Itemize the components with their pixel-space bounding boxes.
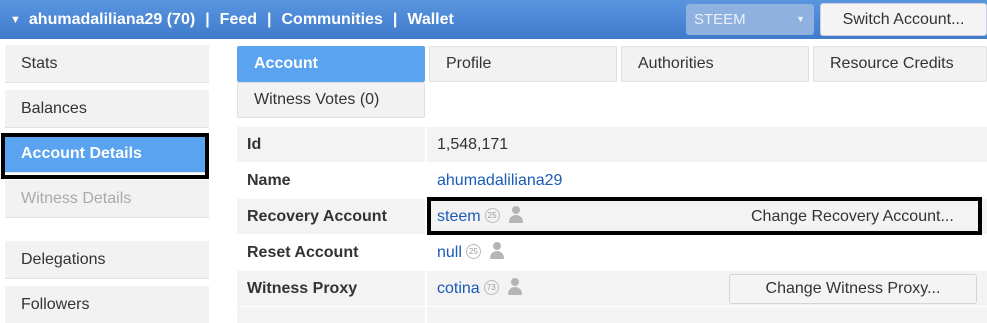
table-row-id: Id 1,548,171 — [237, 127, 987, 163]
account-name-link[interactable]: ahumadaliliana29 (70) — [29, 11, 195, 29]
witness-proxy-link[interactable]: cotina — [437, 280, 480, 297]
row-label — [237, 307, 425, 323]
change-witness-proxy-button[interactable]: Change Witness Proxy... — [729, 274, 977, 304]
table-row-name: Name ahumadaliliana29 — [237, 163, 987, 199]
sidebar-item-stats[interactable]: Stats — [5, 45, 209, 83]
table-row-partial — [237, 307, 987, 323]
sidebar-item-balances[interactable]: Balances — [5, 90, 209, 128]
row-value: ahumadaliliana29 — [427, 163, 987, 198]
caret-down-icon[interactable]: ▼ — [10, 14, 21, 26]
row-value — [427, 307, 987, 323]
top-bar: ▼ ahumadaliliana29 (70) | Feed | Communi… — [0, 0, 987, 39]
sidebar-item-followers[interactable]: Followers — [5, 286, 209, 323]
row-label: Witness Proxy — [237, 271, 425, 306]
reset-account-link[interactable]: null — [437, 244, 462, 261]
tab-authorities[interactable]: Authorities — [621, 46, 809, 82]
tab-resource-credits[interactable]: Resource Credits — [813, 46, 987, 82]
nav-feed-link[interactable]: Feed — [220, 11, 257, 29]
row-value: null 25 — [427, 235, 987, 270]
sidebar-item-delegations[interactable]: Delegations — [5, 241, 209, 279]
nav-separator: | — [205, 10, 210, 28]
highlight-box-sidebar — [1, 133, 209, 179]
table-row-reset-account: Reset Account null 25 — [237, 235, 987, 271]
top-nav: ahumadaliliana29 (70) | Feed | Communiti… — [29, 11, 454, 29]
chain-select-value: STEEM — [694, 11, 746, 28]
row-label: Recovery Account — [237, 199, 425, 234]
row-label: Reset Account — [237, 235, 425, 270]
person-icon[interactable] — [489, 242, 505, 260]
select-arrow-icon: ▼ — [796, 14, 805, 24]
nav-communities-link[interactable]: Communities — [282, 11, 383, 29]
nav-wallet-link[interactable]: Wallet — [407, 11, 454, 29]
highlight-box-recovery — [427, 197, 982, 235]
tab-profile[interactable]: Profile — [429, 46, 617, 82]
sidebar-item-witness-details: Witness Details — [5, 180, 209, 218]
tab-witness-votes[interactable]: Witness Votes (0) — [237, 82, 425, 118]
tab-account[interactable]: Account — [237, 46, 425, 82]
reputation-badge: 73 — [483, 280, 499, 295]
person-icon[interactable] — [507, 278, 523, 296]
row-label: Id — [237, 127, 425, 162]
reputation-badge: 25 — [465, 244, 481, 259]
switch-account-button[interactable]: Switch Account... — [820, 3, 987, 36]
row-value: 1,548,171 — [427, 127, 987, 162]
name-link[interactable]: ahumadaliliana29 — [437, 172, 562, 189]
nav-separator: | — [267, 10, 272, 28]
chain-select[interactable]: STEEM ▼ — [686, 4, 814, 35]
row-label: Name — [237, 163, 425, 198]
nav-separator: | — [392, 10, 398, 28]
